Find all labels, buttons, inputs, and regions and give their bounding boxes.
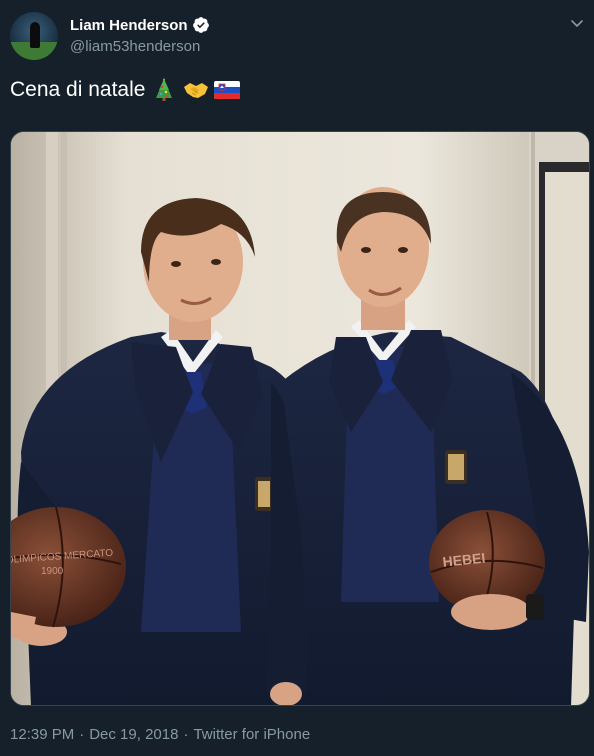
user-handle[interactable]: @liam53henderson: [70, 38, 200, 55]
verified-badge-icon: [192, 16, 210, 34]
ball-left-year: 1900: [41, 566, 64, 577]
tweet-source[interactable]: Twitter for iPhone: [193, 726, 310, 743]
handshake-icon: [183, 78, 209, 102]
christmas-tree-icon: [152, 78, 176, 102]
meta-separator-1: ·: [79, 726, 85, 743]
tweet-photo[interactable]: OLIMPICOS MERCATO 1900 HEBEI: [10, 131, 590, 706]
tweet-time[interactable]: 12:39 PM: [10, 726, 74, 743]
tweet-date[interactable]: Dec 19, 2018: [89, 726, 178, 743]
chevron-down-icon[interactable]: [570, 16, 584, 30]
display-name-text: Liam Henderson: [70, 16, 188, 34]
photo-illustration: OLIMPICOS MERCATO 1900 HEBEI: [11, 132, 589, 705]
slovenia-flag-icon: [214, 78, 241, 102]
tweet-meta: 12:39 PM · Dec 19, 2018 · Twitter for iPhone: [10, 726, 310, 743]
avatar[interactable]: [10, 12, 58, 60]
tweet-text-content: Cena di natale: [10, 78, 146, 101]
tweet-text: Cena di natale: [10, 78, 241, 102]
avatar-player: [30, 22, 40, 48]
display-name[interactable]: Liam Henderson: [70, 16, 210, 34]
meta-separator-2: ·: [183, 726, 189, 743]
tweet: Liam Henderson @liam53henderson Cena di …: [0, 0, 594, 756]
